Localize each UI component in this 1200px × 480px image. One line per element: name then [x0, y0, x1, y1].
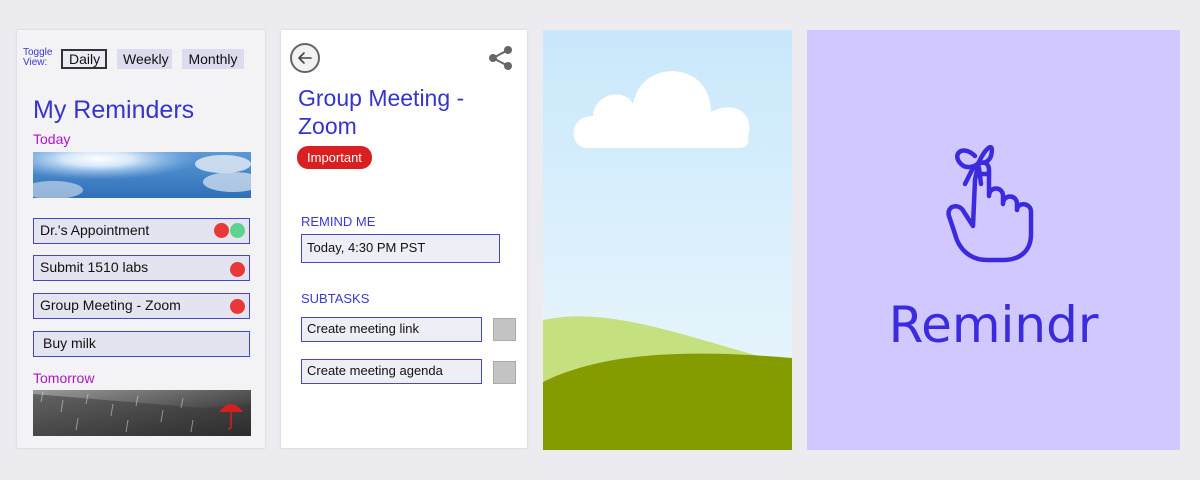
remind-me-label: REMIND ME: [301, 214, 376, 229]
remind-time-field[interactable]: Today, 4:30 PM PST: [301, 234, 500, 263]
toggle-label-line2: View:: [23, 57, 48, 68]
reminder-label: Submit 1510 labs: [40, 259, 149, 275]
arrow-left-circle-icon: [298, 52, 312, 64]
reminder-item-3[interactable]: Group Meeting - Zoom: [33, 293, 250, 319]
priority-dot-red: [230, 299, 245, 314]
reminder-title: Group Meeting - Zoom: [298, 85, 465, 139]
brand-name: Remindr: [888, 296, 1099, 354]
reminder-item-1[interactable]: Dr.'s Appointment: [33, 218, 250, 244]
reminder-detail-screen: Group Meeting - Zoom Important REMIND ME…: [281, 30, 527, 448]
back-button[interactable]: [290, 43, 320, 73]
subtask-checkbox-2[interactable]: [493, 361, 516, 384]
reminder-label: Group Meeting - Zoom: [40, 297, 181, 313]
priority-dot-red: [230, 262, 245, 277]
view-weekly-button[interactable]: Weekly: [117, 49, 172, 69]
reminder-label: Buy milk: [43, 335, 96, 351]
share-icon[interactable]: [487, 44, 515, 72]
sunny-sky-photo: [33, 152, 251, 198]
subtask-item-2[interactable]: Create meeting agenda: [301, 359, 482, 384]
view-monthly-button[interactable]: Monthly: [182, 49, 244, 69]
view-daily-button[interactable]: Daily: [61, 49, 107, 69]
toggle-view-label: Toggle View:: [23, 48, 52, 68]
subtask-item-1[interactable]: Create meeting link: [301, 317, 482, 342]
priority-dot-green: [230, 223, 245, 238]
landscape-image: [543, 30, 792, 450]
reminder-item-2[interactable]: Submit 1510 labs: [33, 255, 250, 281]
tomorrow-heading: Tomorrow: [33, 370, 95, 386]
landscape-illustration: [543, 30, 792, 450]
priority-dot-red: [214, 223, 229, 238]
today-heading: Today: [33, 131, 71, 147]
finger-with-ribbon-icon: [946, 144, 1034, 263]
reminders-list-screen: Toggle View: Daily Weekly Monthly My Rem…: [17, 30, 265, 448]
subtask-checkbox-1[interactable]: [493, 318, 516, 341]
subtasks-label: SUBTASKS: [301, 291, 370, 306]
splash-screen: Remindr: [807, 30, 1180, 450]
rainy-umbrella-photo: [33, 390, 251, 436]
page-title: My Reminders: [33, 96, 195, 124]
reminder-label: Dr.'s Appointment: [40, 222, 150, 238]
reminder-item-4[interactable]: Buy milk: [33, 331, 250, 357]
priority-badge: Important: [297, 146, 372, 169]
